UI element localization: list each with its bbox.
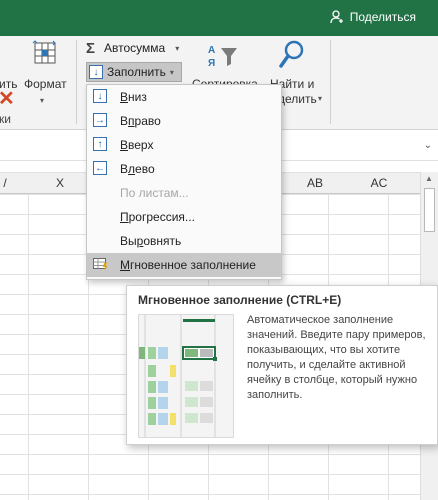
group-divider — [330, 40, 331, 124]
svg-text:A: A — [208, 45, 215, 56]
insert-button-label[interactable]: ить — [0, 77, 17, 91]
arrow-right-icon: → — [93, 113, 107, 127]
svg-text:Я: Я — [208, 58, 215, 69]
flash-fill-illustration — [138, 314, 234, 438]
tooltip-title: Мгновенное заполнение (CTRL+E) — [138, 293, 342, 307]
format-button-label[interactable]: Формат — [24, 77, 67, 91]
menu-item-label: По листам... — [120, 186, 189, 200]
expand-formula-bar-icon[interactable]: ⌄ — [424, 140, 432, 151]
sigma-icon: Σ — [86, 39, 96, 57]
menu-item-across-worksheets: По листам... — [87, 181, 281, 205]
arrow-up-icon: ↑ — [93, 137, 107, 151]
find-select-icon[interactable] — [278, 40, 306, 70]
autosum-label: Автосумма — [104, 41, 166, 55]
scrollbar-thumb[interactable] — [424, 188, 435, 232]
group-divider — [76, 40, 77, 124]
flash-fill-tooltip: Мгновенное заполнение (CTRL+E) Автоматич… — [126, 285, 438, 445]
menu-item-fill-up[interactable]: ↑ Вверх — [87, 133, 281, 157]
menu-item-series[interactable]: Прогрессия... — [87, 205, 281, 229]
find-select-label-line2[interactable]: делить — [278, 92, 317, 106]
scroll-up-icon[interactable]: ▲ — [425, 174, 433, 183]
column-header[interactable]: AB — [283, 176, 347, 190]
share-label: Поделиться — [349, 10, 416, 24]
fill-button[interactable]: ↓ Заполнить ▾ — [86, 62, 182, 82]
menu-item-label: Вправо — [120, 114, 161, 128]
column-header-partial[interactable]: / — [0, 176, 10, 190]
find-select-dropdown-icon[interactable]: ▾ — [318, 94, 322, 103]
share-user-icon — [330, 10, 343, 24]
fill-label: Заполнить — [107, 65, 166, 79]
column-header[interactable]: AC — [347, 176, 411, 190]
menu-item-justify[interactable]: Выровнять — [87, 229, 281, 253]
menu-item-label: Мгновенное заполнение — [120, 258, 256, 272]
format-icon[interactable] — [32, 40, 58, 68]
menu-item-label: Влево — [120, 162, 155, 176]
autosum-dropdown-icon: ▾ — [175, 43, 180, 53]
sort-filter-icon[interactable]: A Я — [208, 42, 240, 70]
autosum-button[interactable]: Σ Автосумма ▾ — [86, 39, 179, 57]
title-bar: Поделиться — [0, 0, 438, 36]
fill-dropdown-menu: ↓ Вниз → Вправо ↑ Вверх ← Влево По листа… — [86, 84, 282, 280]
menu-item-label: Прогрессия... — [120, 210, 195, 224]
column-header[interactable]: X — [30, 176, 90, 190]
fill-dropdown-icon: ▾ — [169, 67, 174, 77]
tooltip-description: Автоматическое заполнение значений. Введ… — [247, 314, 426, 401]
menu-item-label: Вниз — [120, 90, 147, 104]
menu-item-label: Выровнять — [120, 234, 182, 248]
menu-item-flash-fill[interactable]: Мгновенное заполнение — [87, 253, 281, 277]
menu-item-fill-left[interactable]: ← Влево — [87, 157, 281, 181]
share-button[interactable]: Поделиться — [330, 10, 416, 24]
cells-group-label: ки — [0, 112, 11, 126]
menu-item-fill-down[interactable]: ↓ Вниз — [87, 85, 281, 109]
menu-item-fill-right[interactable]: → Вправо — [87, 109, 281, 133]
menu-item-label: Вверх — [120, 138, 154, 152]
arrow-down-icon: ↓ — [93, 89, 107, 103]
format-dropdown-icon[interactable]: ▾ — [40, 96, 44, 105]
fill-down-icon: ↓ — [89, 65, 103, 79]
flash-fill-icon — [93, 258, 108, 270]
arrow-left-icon: ← — [93, 161, 107, 175]
